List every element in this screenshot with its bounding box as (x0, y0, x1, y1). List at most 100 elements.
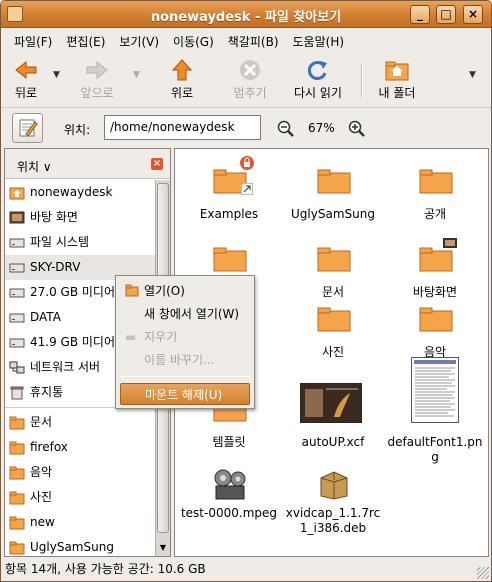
menu-item-open[interactable]: 열기(O) (120, 280, 250, 302)
zoom-in-icon (348, 120, 365, 137)
menu-item-rename[interactable]: 이름 바꾸기... (120, 349, 250, 371)
drive-icon (9, 313, 25, 323)
minimize-button[interactable]: _ (410, 5, 430, 24)
scroll-down-arrow-icon[interactable]: ▼ (157, 541, 169, 554)
menu-go[interactable]: 이동(G) (166, 33, 221, 50)
file-item[interactable]: 문서 (283, 233, 383, 300)
close-button[interactable]: × (463, 5, 483, 24)
folder-icon (9, 466, 25, 480)
file-item[interactable]: test-0000.mpeg (179, 464, 279, 521)
zoom-in-button[interactable] (348, 120, 366, 141)
video-file-icon (214, 469, 246, 500)
desktop-emblem-icon (443, 238, 457, 248)
back-arrow-icon (13, 58, 39, 82)
home-button[interactable]: 내 폴더 (374, 58, 420, 101)
resize-grip[interactable] (477, 567, 489, 579)
bookmark-music[interactable]: 음악 (5, 460, 155, 485)
file-item[interactable]: 음악 (385, 293, 485, 360)
sidebar-type-selector[interactable]: 위치 ∨ (17, 158, 52, 175)
folder-icon (9, 441, 25, 455)
file-item[interactable]: 바탕화면 (385, 233, 485, 300)
zoom-level[interactable]: 67% (308, 121, 335, 135)
drive-icon (9, 263, 25, 273)
toolbar-separator (361, 64, 363, 98)
file-item[interactable]: 사진 (283, 293, 383, 360)
forward-button[interactable]: 앞으로 (74, 58, 120, 101)
close-sidebar-icon[interactable]: × (151, 158, 163, 170)
folder-icon (9, 491, 25, 505)
folder-icon (213, 247, 247, 272)
bookmark-documents[interactable]: 문서 (5, 410, 155, 435)
folder-icon (9, 541, 25, 555)
reload-icon (305, 58, 331, 82)
package-icon (320, 471, 348, 500)
up-arrow-icon (169, 58, 195, 82)
bookmark-pictures[interactable]: 사진 (5, 485, 155, 510)
menubar: 파일(F) 편집(E) 보기(V) 이동(G) 책갈피(B) 도움말(H) (1, 29, 491, 53)
folder-icon (9, 516, 25, 530)
location-bar: 위치: /home/nonewaydesk 67% (1, 107, 491, 147)
menu-item-delete[interactable]: ▬ 지우기 (120, 326, 250, 348)
lock-emblem-icon (240, 156, 254, 170)
folder-icon (317, 169, 351, 194)
toolbar-overflow-dropdown[interactable]: ▼ (469, 70, 476, 80)
folder-icon (419, 307, 453, 332)
file-item[interactable]: 공개 (385, 155, 485, 222)
file-item[interactable]: xvidcap_1.1.7rc1_i386.deb (283, 464, 383, 536)
toolbar: 뒤로 ▼ 앞으로 ▼ 위로 멈추기 다시 읽기 내 폴더 ▼ (1, 54, 491, 106)
menu-edit[interactable]: 편집(E) (59, 33, 112, 50)
reload-button[interactable]: 다시 읽기 (290, 58, 346, 101)
xcf-thumbnail-icon (300, 383, 362, 423)
bookmark-new[interactable]: new (5, 510, 155, 535)
sidebar-item-home[interactable]: nonewaydesk (5, 180, 155, 205)
zoom-out-button[interactable] (277, 120, 295, 141)
folder-icon (317, 247, 351, 272)
title-bar[interactable]: nonewaydesk - 파일 찾아보기 _ □ × (1, 1, 491, 28)
menu-view[interactable]: 보기(V) (112, 33, 166, 50)
forward-history-dropdown[interactable]: ▼ (133, 70, 140, 80)
sidebar-header: 위치 ∨ × (5, 149, 170, 179)
back-history-dropdown[interactable]: ▼ (53, 70, 60, 80)
trash-icon (10, 386, 24, 400)
location-label: 위치: (64, 123, 91, 137)
open-folder-icon (125, 284, 139, 297)
file-item[interactable]: Examples (179, 155, 279, 222)
toggle-location-entry-button[interactable] (12, 113, 43, 143)
file-browser-window: nonewaydesk - 파일 찾아보기 _ □ × 파일(F) 편집(E) … (0, 0, 492, 582)
folder-icon (317, 307, 351, 332)
stop-icon (237, 58, 263, 82)
drive-icon (9, 338, 25, 348)
file-item[interactable]: autoUP.xcf (283, 357, 383, 450)
home-folder-icon (9, 187, 25, 200)
menu-item-open-new-window[interactable]: 새 창에서 열기(W) (120, 303, 250, 325)
sidebar-item-filesystem[interactable]: 파일 시스템 (5, 230, 155, 255)
menu-item-unmount[interactable]: 마운트 해제(U) (120, 383, 250, 405)
delete-icon: ▬ (125, 330, 137, 344)
stop-button[interactable]: 멈추기 (230, 58, 270, 101)
sidebar-item-desktop[interactable]: 바탕 화면 (5, 205, 155, 230)
status-bar: 항목 14개, 사용 가능한 공간: 10.6 GB (5, 562, 206, 576)
bookmark-uglysamsung[interactable]: UglySamSung (5, 535, 155, 560)
forward-arrow-icon (84, 58, 110, 82)
desktop-icon (9, 211, 25, 224)
menu-bookmarks[interactable]: 책갈피(B) (221, 33, 286, 50)
network-icon (9, 361, 25, 374)
symlink-emblem-icon (241, 183, 253, 195)
maximize-button[interactable]: □ (436, 5, 456, 24)
back-button[interactable]: 뒤로 (9, 58, 43, 101)
menu-file[interactable]: 파일(F) (7, 33, 59, 50)
png-thumbnail-icon (411, 357, 459, 423)
drive-icon (9, 238, 25, 248)
context-menu: 열기(O) 새 창에서 열기(W) ▬ 지우기 이름 바꾸기... 마운트 해제… (115, 275, 255, 409)
bookmark-firefox[interactable]: firefox (5, 435, 155, 460)
zoom-out-icon (277, 120, 294, 137)
file-item[interactable]: UglySamSung (283, 155, 383, 222)
up-button[interactable]: 위로 (165, 58, 199, 101)
file-item[interactable]: defaultFont1.png (385, 357, 485, 465)
home-folder-icon (384, 58, 410, 82)
edit-note-icon (19, 119, 38, 137)
menu-separator (120, 376, 250, 377)
menu-help[interactable]: 도움말(H) (286, 33, 352, 50)
drive-icon (9, 288, 25, 298)
location-input[interactable]: /home/nonewaydesk (104, 115, 261, 140)
